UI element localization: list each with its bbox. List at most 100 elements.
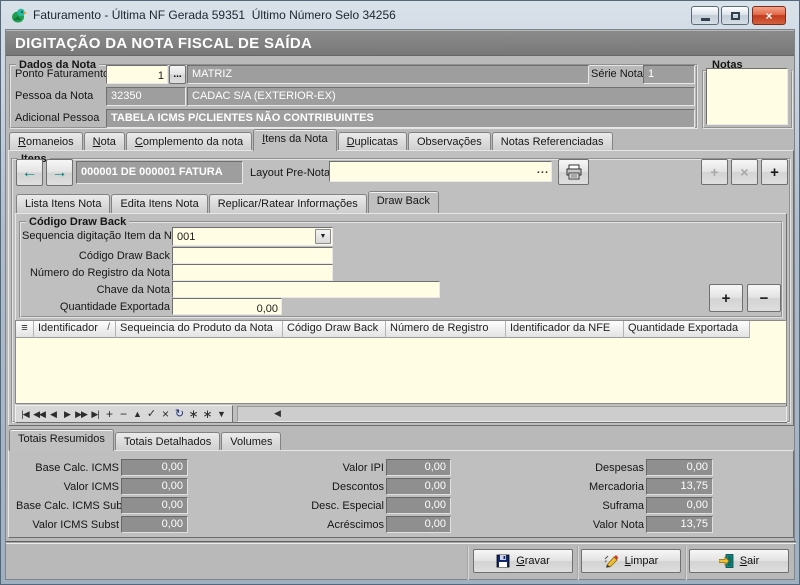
sequencia-item-combobox[interactable]: 001 ▼	[172, 227, 333, 246]
tab-edita-itens-nota[interactable]: Edita Itens Nota	[111, 194, 207, 213]
window-title: Faturamento - Última NF Gerada 59351 Últ…	[33, 8, 396, 22]
gravar-label: Gravar	[516, 555, 550, 567]
navigator-filter-button[interactable]: ▼	[214, 406, 228, 422]
page-title: DIGITAÇÃO DA NOTA FISCAL DE SAÍDA	[15, 35, 312, 52]
base-calc-icms-subst-label: Base Calc. ICMS Subst	[16, 500, 119, 512]
pessoa-descricao-field: CADAC S/A (EXTERIOR-EX)	[187, 87, 695, 106]
serie-nota-label: Série Nota	[591, 68, 643, 80]
navigator-cancel-button[interactable]: ×	[158, 406, 172, 422]
codigo-draw-back-label: Código Draw Back	[22, 250, 170, 262]
drawback-remove-button[interactable]: −	[747, 284, 781, 312]
tab-lista-itens-nota[interactable]: Lista Itens Nota	[16, 194, 110, 213]
numero-registro-label: Número do Registro da Nota	[22, 267, 170, 279]
maximize-icon	[731, 12, 740, 20]
pessoa-da-nota-label: Pessoa da Nota	[15, 90, 93, 102]
quantidade-exportada-label: Quantidade Exportada	[22, 301, 170, 313]
valor-ipi-label: Valor IPI	[256, 462, 384, 474]
itens-sub-tab-strip: Lista Itens Nota Edita Itens Nota Replic…	[16, 191, 440, 213]
column-header-codigo-draw-back[interactable]: Código Draw Back	[283, 321, 386, 338]
column-header-sequencia-produto[interactable]: Sequeincia do Produto da Nota	[116, 321, 283, 338]
chave-da-nota-label: Chave da Nota	[22, 284, 170, 296]
sort-indicator-icon: /	[107, 322, 110, 333]
quantidade-exportada-field	[172, 298, 282, 315]
navigator-bookmark-button[interactable]: ∗	[186, 406, 200, 422]
notas-geradas-list[interactable]	[706, 68, 788, 125]
close-button[interactable]: ×	[752, 6, 786, 25]
exit-door-icon	[719, 554, 734, 568]
print-button[interactable]	[558, 159, 589, 185]
navigator-delete-button[interactable]: −	[116, 406, 130, 422]
layout-pre-nota-label: Layout Pre-Nota	[250, 167, 330, 179]
minimize-button[interactable]	[691, 6, 719, 25]
title-bar[interactable]: Faturamento - Última NF Gerada 59351 Últ…	[1, 1, 799, 29]
delete-item-button[interactable]: ×	[731, 159, 758, 185]
column-header-numero-registro[interactable]: Número de Registro	[386, 321, 506, 338]
navigator-prior-button[interactable]: ◀	[46, 406, 60, 422]
serie-nota-field: 1	[643, 65, 695, 84]
tab-duplicatas[interactable]: Duplicatas	[338, 132, 407, 151]
navigator-edit-button[interactable]: ▲	[130, 406, 144, 422]
navigator-prior-page-button[interactable]: ◀◀	[32, 406, 46, 422]
tab-draw-back[interactable]: Draw Back	[368, 191, 439, 213]
tab-itens-da-nota[interactable]: Itens da Nota	[253, 129, 336, 151]
ponto-faturamento-browse-button[interactable]: ...	[169, 65, 186, 84]
form-body: DIGITAÇÃO DA NOTA FISCAL DE SAÍDA Dados …	[5, 29, 795, 580]
grid-horizontal-scrollbar[interactable]: ◀	[237, 406, 787, 422]
valor-ipi-value: 0,00	[386, 459, 451, 476]
tab-replicar-ratear-informacoes[interactable]: Replicar/Ratear Informações	[209, 194, 367, 213]
navigator-next-page-button[interactable]: ▶▶	[74, 406, 88, 422]
tab-volumes[interactable]: Volumes	[221, 432, 281, 451]
tab-totais-detalhados[interactable]: Totais Detalhados	[115, 432, 220, 451]
valor-icms-subst-label: Valor ICMS Subst	[16, 519, 119, 531]
column-header-quantidade-exportada[interactable]: Quantidade Exportada	[624, 321, 750, 338]
next-item-button[interactable]: →	[46, 159, 73, 186]
grid-body-empty[interactable]	[16, 338, 786, 404]
totais-tab-strip: Totais Resumidos Totais Detalhados Volum…	[9, 429, 282, 451]
navigator-last-button[interactable]: ▶|	[88, 406, 102, 422]
navigator-post-button[interactable]: ✓	[144, 406, 158, 422]
tab-complemento-da-nota[interactable]: Complemento da nota	[126, 132, 252, 151]
save-icon	[496, 554, 510, 568]
layout-pre-nota-input[interactable]	[330, 163, 530, 182]
limpar-button[interactable]: Limpar	[581, 549, 681, 573]
drawback-grid[interactable]: ≡ Identificador/ Sequeincia do Produto d…	[15, 320, 787, 404]
arrow-right-icon: →	[52, 164, 68, 182]
minus-icon: −	[760, 290, 769, 307]
tab-romaneios[interactable]: Romaneios	[9, 132, 83, 151]
add-item-button[interactable]: +	[701, 159, 728, 185]
drawback-add-button[interactable]: +	[709, 284, 743, 312]
quantidade-exportada-input[interactable]	[173, 302, 281, 317]
navigator-goto-bookmark-button[interactable]: ∗	[200, 406, 214, 422]
acrescimos-value: 0,00	[386, 516, 451, 533]
chevron-down-icon[interactable]: ▼	[315, 229, 331, 244]
gravar-button[interactable]: Gravar	[473, 549, 573, 573]
ponto-faturamento-input[interactable]	[107, 68, 167, 85]
navigator-insert-button[interactable]: +	[102, 406, 116, 422]
ponto-faturamento-label: Ponto Faturamento	[15, 68, 109, 80]
suframa-label: Suframa	[516, 500, 644, 512]
tab-observacoes[interactable]: Observações	[408, 132, 491, 151]
sair-button[interactable]: Sair	[689, 549, 789, 573]
valor-nota-value: 13,75	[646, 516, 713, 533]
column-header-identificador-nfe[interactable]: Identificador da NFE	[506, 321, 624, 338]
valor-icms-label: Valor ICMS	[16, 481, 119, 493]
acrescimos-label: Acréscimos	[256, 519, 384, 531]
navigator-next-button[interactable]: ▶	[60, 406, 74, 422]
base-calc-icms-value: 0,00	[121, 459, 188, 476]
x-icon: ×	[740, 164, 748, 180]
navigator-first-button[interactable]: |◀	[18, 406, 32, 422]
tab-totais-resumidos[interactable]: Totais Resumidos	[9, 429, 114, 451]
tab-notas-referenciadas[interactable]: Notas Referenciadas	[492, 132, 613, 151]
maximize-button[interactable]	[721, 6, 749, 25]
scroll-left-icon[interactable]: ◀	[274, 408, 281, 419]
layout-pre-nota-browse-button[interactable]: ...	[537, 164, 549, 176]
grid-corner-button[interactable]: ≡	[16, 321, 34, 338]
insert-item-button[interactable]: +	[761, 159, 788, 185]
column-header-identificador[interactable]: Identificador/	[34, 321, 116, 338]
navigator-refresh-button[interactable]: ↻	[172, 406, 186, 422]
previous-item-button[interactable]: ←	[16, 159, 43, 186]
tab-nota[interactable]: Nota	[84, 132, 125, 151]
app-icon	[10, 7, 27, 24]
layout-pre-nota-field: ...	[329, 161, 552, 182]
valor-icms-subst-value: 0,00	[121, 516, 188, 533]
